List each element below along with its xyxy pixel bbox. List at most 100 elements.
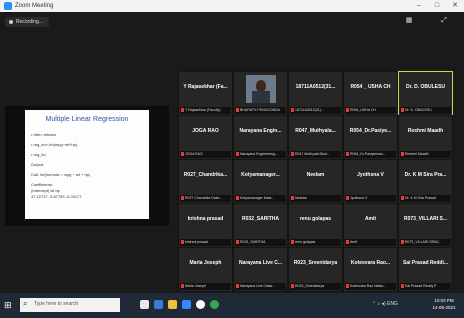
participant-label: krishna prasad: [180, 239, 231, 246]
chrome-icon[interactable]: [196, 300, 205, 309]
slide-line: • reg_lm: [31, 152, 46, 157]
participant-tile[interactable]: Narayana Live C... Narayana Live Class...: [233, 247, 288, 292]
muted-mic-icon: [181, 284, 184, 289]
participant-name: Narayana Live C...: [238, 260, 283, 266]
participant-tile[interactable]: BHARATH PENUGONDA: [233, 71, 288, 116]
participant-label: 18711A0512(31)...: [290, 107, 341, 114]
edge-icon[interactable]: [154, 300, 163, 309]
participant-tile[interactable]: Reshmi Maadh Reshmi Maadh: [398, 115, 453, 160]
participant-tile[interactable]: Dr. K M Sira Pra... Dr. K M Sira Prasad: [398, 159, 453, 204]
participant-label-text: Narayana Engineering...: [240, 152, 278, 156]
participant-label-text: Amit: [350, 240, 357, 244]
participant-label: Kotesvara Rao Naidu...: [345, 283, 396, 290]
windows-start-icon[interactable]: ⊞: [4, 300, 14, 310]
participant-tile[interactable]: R073_VILLARI S... R073_VILLARI SRAV...: [398, 203, 453, 248]
muted-mic-icon: [236, 196, 239, 201]
participant-tile[interactable]: JOGA RAO JOGA RAO: [178, 115, 233, 160]
muted-mic-icon: [236, 284, 239, 289]
tray-icons[interactable]: ⌃ ♪ ◂) ENG: [372, 301, 398, 307]
participant-label: R023_Sreenidarya: [290, 283, 341, 290]
muted-mic-icon: [401, 284, 404, 289]
participant-label-text: Y Rajasekhar (Faculty): [185, 108, 221, 112]
clock-date: 14-06-2021: [432, 305, 456, 310]
participant-label: R073_VILLARI SRAV...: [400, 239, 451, 246]
participant-tile[interactable]: Narayana Engin... Narayana Engineering...: [233, 115, 288, 160]
muted-mic-icon: [291, 284, 294, 289]
participant-name: R054_Dr.Pasiye...: [349, 128, 392, 134]
participant-label: JOGA RAO: [180, 151, 231, 158]
muted-mic-icon: [346, 284, 349, 289]
muted-mic-icon: [346, 152, 349, 157]
close-button[interactable]: ✕: [448, 1, 462, 11]
participant-name: Y Rajasekhar (Fa...: [183, 84, 228, 90]
minimize-button[interactable]: –: [412, 1, 426, 11]
participant-label-text: Kotyamanager Mala...: [240, 196, 275, 200]
search-icon: ⌕: [23, 299, 28, 308]
participant-tile[interactable]: Jyothsna V Jyothsna V: [343, 159, 398, 204]
participant-tile[interactable]: R054 _ USHA CH R054_USHA CH: [343, 71, 398, 116]
participant-name: 18711A0512(31...: [295, 84, 336, 90]
participant-tile[interactable]: R027_Chandrika... R027 Chandrika Dash...: [178, 159, 233, 204]
participant-tile[interactable]: 18711A0512(31... 18711A0512(31)...: [288, 71, 343, 116]
participant-label: R027 Chandrika Dash...: [180, 195, 231, 202]
app-icon[interactable]: [210, 300, 219, 309]
participant-tile[interactable]: Neelam Neelam: [288, 159, 343, 204]
taskbar-search[interactable]: ⌕ Type here to search: [20, 298, 120, 312]
participant-label-text: renu golapas: [295, 240, 316, 244]
muted-mic-icon: [401, 152, 404, 157]
participant-tile[interactable]: Dr. D. OBULESU Dr. D. OBULESU: [398, 71, 453, 116]
muted-mic-icon: [236, 240, 239, 245]
participant-name: R054 _ USHA CH: [350, 84, 391, 90]
participant-tile[interactable]: R054_Dr.Pasiye... R054_Dr.Pasiyemaru...: [343, 115, 398, 160]
participant-label: Dr. K M Sira Prasad: [400, 195, 451, 202]
muted-mic-icon: [346, 108, 349, 113]
participant-tile[interactable]: Kotesvara Rao... Kotesvara Rao Naidu...: [343, 247, 398, 292]
participant-label-text: Sai Prasad Reddy P: [405, 284, 437, 288]
participant-tile[interactable]: R032_SARITHA R032_SARITHA: [233, 203, 288, 248]
participant-label: Neelam: [290, 195, 341, 202]
participant-label-text: R054_Dr.Pasiyemaru...: [350, 152, 387, 156]
participant-tile[interactable]: Maria Joseph Maria Joseph: [178, 247, 233, 292]
participant-label: Y Rajasekhar (Faculty): [180, 107, 231, 114]
recording-label: Recording...: [16, 19, 43, 25]
participant-name: Dr. K M Sira Pra...: [404, 172, 447, 178]
participant-label: Narayana Engineering...: [235, 151, 286, 158]
participant-tile[interactable]: Sai Prasad Reddi... Sai Prasad Reddy P: [398, 247, 453, 292]
muted-mic-icon: [346, 196, 349, 201]
participant-tile[interactable]: Amit Amit: [343, 203, 398, 248]
slide-line: Output:: [31, 162, 45, 167]
slide-line: • reg_lm<-lm(mpg~wt+hp): [31, 142, 78, 147]
slide-title: Multiple Linear Regression: [45, 116, 129, 123]
participant-label-text: R032_SARITHA: [240, 240, 266, 244]
participant-name: Dr. D. OBULESU: [406, 84, 445, 90]
participant-label-text: krishna prasad: [185, 240, 208, 244]
participant-label-text: R027 Chandrika Dash...: [185, 196, 223, 200]
muted-mic-icon: [291, 108, 294, 113]
grid-view-icon[interactable]: ▦: [405, 17, 413, 25]
participant-label-text: R047 Muthyala Bind...: [295, 152, 330, 156]
windows-taskbar: ⊞ ⌕ Type here to search ⌃ ♪ ◂) ENG 10:03…: [0, 293, 464, 318]
participant-label-text: Kotesvara Rao Naidu...: [350, 284, 387, 288]
participant-label: renu golapas: [290, 239, 341, 246]
system-clock[interactable]: 10:03 PM 14-06-2021: [430, 297, 458, 311]
participant-tile[interactable]: R047_Muthyala... R047 Muthyala Bind...: [288, 115, 343, 160]
participant-tile[interactable]: Kotyamanager... Kotyamanager Mala...: [233, 159, 288, 204]
participant-label-text: Neelam: [295, 196, 308, 200]
task-view-icon[interactable]: [140, 300, 149, 309]
zoom-taskbar-icon[interactable]: [182, 300, 191, 309]
fullscreen-icon[interactable]: ⤢: [440, 17, 448, 25]
maximize-button[interactable]: □: [430, 1, 444, 11]
slide-line: Coefficients:: [31, 182, 53, 187]
file-explorer-icon[interactable]: [168, 300, 177, 309]
muted-mic-icon: [291, 152, 294, 157]
muted-mic-icon: [236, 108, 239, 113]
participant-name: Narayana Engin...: [239, 128, 282, 134]
muted-mic-icon: [181, 196, 184, 201]
participant-tile[interactable]: R023_Sreenidarya R023_Sreenidarya: [288, 247, 343, 292]
participant-tile[interactable]: renu golapas renu golapas: [288, 203, 343, 248]
person-body: [252, 91, 270, 103]
recording-indicator[interactable]: Recording...: [5, 17, 49, 27]
participant-tile[interactable]: krishna prasad krishna prasad: [178, 203, 233, 248]
participant-label-text: Jyothsna V: [350, 196, 368, 200]
participant-tile[interactable]: Y Rajasekhar (Fa... Y Rajasekhar (Faculty…: [178, 71, 233, 116]
